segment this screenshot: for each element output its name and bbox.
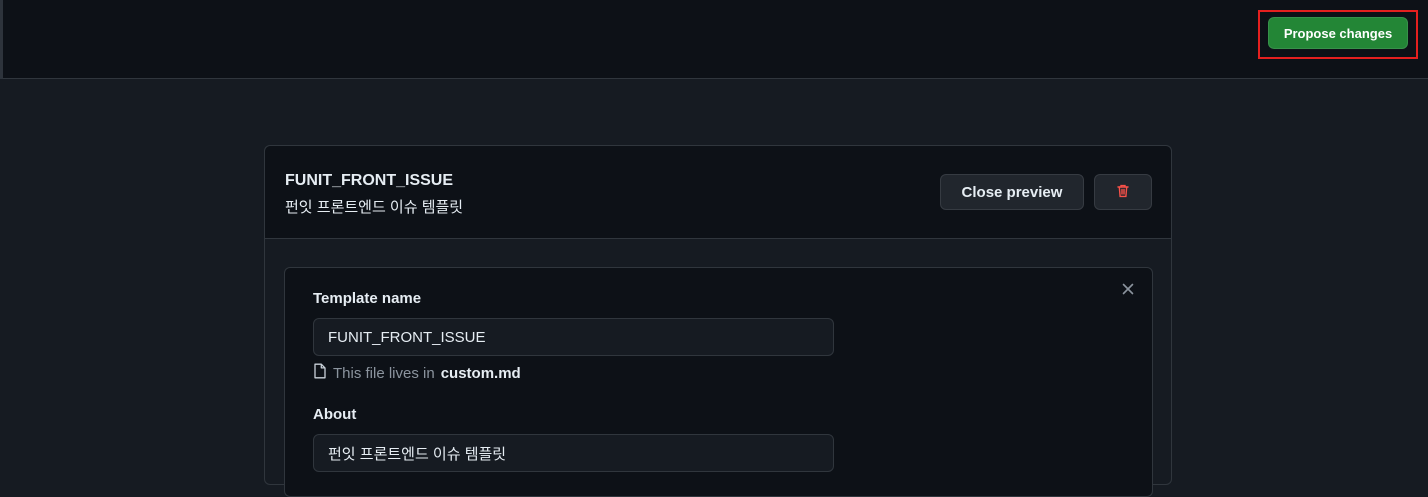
template-form-panel: Template name This file lives in custom.…	[284, 267, 1153, 497]
file-note-text: This file lives in	[333, 364, 435, 382]
file-name: custom.md	[440, 364, 521, 382]
template-name-label: Template name	[313, 290, 422, 307]
close-icon[interactable]	[1119, 280, 1137, 298]
propose-changes-button[interactable]: Propose changes	[1268, 17, 1408, 49]
about-label: About	[313, 406, 357, 423]
template-subtitle: 펀잇 프론트엔드 이슈 템플릿	[285, 199, 464, 216]
template-title: FUNIT_FRONT_ISSUE	[285, 172, 454, 189]
template-card: FUNIT_FRONT_ISSUE 펀잇 프론트엔드 이슈 템플릿 Close …	[264, 145, 1172, 497]
template-card-header: FUNIT_FRONT_ISSUE 펀잇 프론트엔드 이슈 템플릿 Close …	[265, 146, 1171, 239]
file-location-note: This file lives in custom.md	[313, 363, 521, 383]
top-bar: Propose changes	[0, 0, 1428, 79]
close-preview-button[interactable]: Close preview	[940, 174, 1084, 210]
trash-icon	[1115, 183, 1131, 202]
delete-template-button[interactable]	[1094, 174, 1152, 210]
about-input[interactable]	[313, 434, 834, 472]
file-icon	[313, 363, 327, 383]
left-edge-divider	[0, 0, 3, 79]
template-name-input[interactable]	[313, 318, 834, 356]
